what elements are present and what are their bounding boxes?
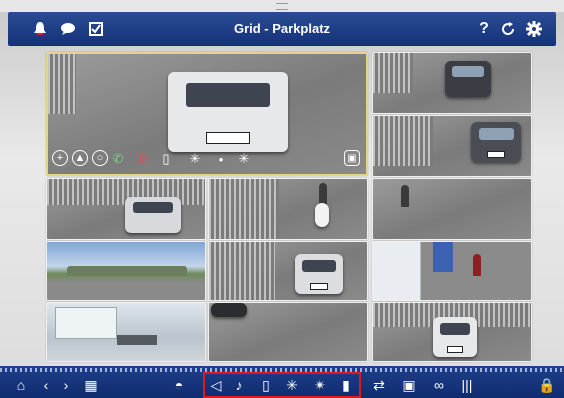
zoom-icon[interactable]: + — [52, 150, 68, 166]
checkbox-icon[interactable] — [86, 19, 106, 39]
camera-dome-icon[interactable]: ◓ — [170, 376, 188, 394]
ptz-icon[interactable]: ▲ — [72, 150, 88, 166]
cyclist-figure — [401, 185, 409, 207]
car — [168, 72, 288, 152]
camera-view-gate-car-right-2[interactable] — [372, 115, 532, 177]
chat-icon[interactable] — [58, 19, 78, 39]
link-icon[interactable]: ∞ — [430, 376, 448, 394]
camera-view-car-center[interactable] — [208, 241, 368, 301]
alarm-bell-icon[interactable] — [30, 19, 50, 39]
display-icon[interactable]: ▣ — [400, 376, 418, 394]
pedestrian-figure — [473, 254, 481, 276]
circle-icon[interactable]: ○ — [92, 150, 108, 166]
swap-icon[interactable]: ⇄ — [370, 376, 388, 394]
fence — [48, 54, 76, 114]
home-icon[interactable]: ⌂ — [12, 376, 30, 394]
barcode-icon[interactable]: ||| — [458, 376, 476, 394]
camera-view-panorama[interactable] — [46, 241, 206, 301]
camera-view-cyclist[interactable] — [372, 178, 532, 240]
light-icon[interactable]: ✳ — [188, 150, 202, 168]
help-icon[interactable]: ? — [474, 19, 494, 39]
dot-icon[interactable]: • — [216, 150, 226, 168]
highlight-frame — [203, 372, 361, 398]
phone-answer-icon[interactable]: ✆ — [110, 150, 126, 168]
camera-view-pedestrian[interactable] — [372, 241, 532, 301]
camera-view-car-bottom[interactable] — [208, 302, 368, 362]
phone-hangup-icon[interactable]: ✆ — [134, 150, 150, 168]
layout-icon[interactable]: ▦ — [82, 376, 100, 394]
camera-view-scooter-rider[interactable] — [208, 178, 368, 240]
camera-view-car-bottom-right[interactable] — [372, 302, 532, 362]
refresh-icon[interactable] — [498, 19, 518, 39]
snapshot-icon[interactable]: ▣ — [344, 150, 360, 166]
camera-overlay-controls: + ▲ ○ ✆ ✆ ▯ ✳ • ✳ ▣ — [48, 150, 366, 168]
forward-icon[interactable]: › — [60, 376, 72, 394]
drag-handle[interactable] — [276, 3, 288, 10]
back-icon[interactable]: ‹ — [40, 376, 52, 394]
navigation-bar: Grid - Parkplatz ? — [8, 12, 556, 46]
settings-gear-icon[interactable] — [524, 19, 544, 39]
scooter-rider-figure — [319, 183, 327, 205]
camera-view-gate-car-right-1[interactable] — [372, 52, 532, 114]
camera-view-parking-lot-main[interactable]: + ▲ ○ ✆ ✆ ▯ ✳ • ✳ ▣ — [46, 52, 368, 176]
top-strip — [0, 0, 564, 12]
lock-icon[interactable]: 🔒 — [538, 376, 555, 394]
door-icon[interactable]: ▯ — [160, 150, 172, 168]
camera-view-office-indoor[interactable] — [46, 302, 206, 362]
camera-view-car-left[interactable] — [46, 178, 206, 240]
light-small-icon[interactable]: ✳ — [238, 150, 250, 168]
